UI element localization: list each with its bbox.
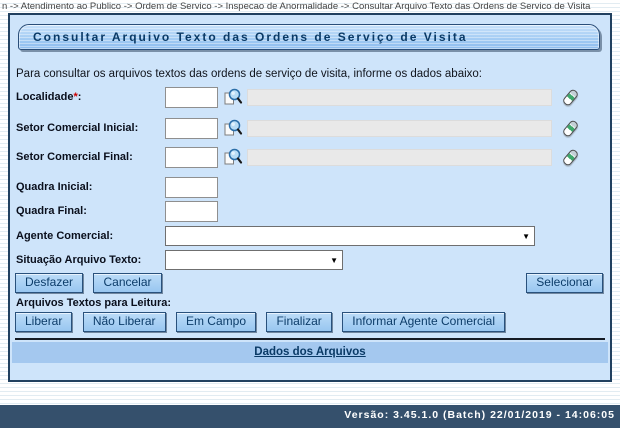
setor-inicial-description-field xyxy=(247,120,552,137)
quadra-final-input[interactable] xyxy=(165,201,218,222)
instruction-text: Para consultar os arquivos textos das or… xyxy=(16,68,482,80)
label-colon: : xyxy=(135,122,139,134)
desfazer-button[interactable]: Desfazer xyxy=(15,273,83,293)
dados-arquivos-header-text: Dados dos Arquivos xyxy=(254,346,365,358)
version-text: Versão: 3.45.1.0 (Batch) 22/01/2019 - 14… xyxy=(344,409,615,421)
nao-liberar-button[interactable]: Não Liberar xyxy=(83,312,166,332)
agente-comercial-label: Agente Comercial: xyxy=(16,230,113,242)
situacao-arquivo-select[interactable]: ▼ xyxy=(165,250,343,270)
setor-final-label: Setor Comercial Final: xyxy=(16,151,133,163)
quadra-inicial-input[interactable] xyxy=(165,177,218,198)
version-footer-bar: Versão: 3.45.1.0 (Batch) 22/01/2019 - 14… xyxy=(0,405,620,428)
quadra-final-label: Quadra Final: xyxy=(16,205,87,217)
arquivos-leitura-label: Arquivos Textos para Leitura: xyxy=(16,297,171,309)
field-row-setor-inicial: Setor Comercial Inicial: xyxy=(10,118,610,140)
situacao-arquivo-label: Situação Arquivo Texto: xyxy=(16,254,141,266)
setor-final-search-button[interactable] xyxy=(222,147,243,168)
selecionar-button[interactable]: Selecionar xyxy=(526,273,603,293)
eraser-icon xyxy=(561,88,579,107)
localidade-code-input[interactable] xyxy=(165,87,218,108)
setor-final-code-input[interactable] xyxy=(165,147,218,168)
chevron-down-icon: ▼ xyxy=(330,256,338,266)
setor-final-description-field xyxy=(247,149,552,166)
field-row-quadra-inicial: Quadra Inicial: xyxy=(10,177,610,199)
field-row-quadra-final: Quadra Final: xyxy=(10,201,610,223)
leitura-actions-row: Liberar Não Liberar Em Campo Finalizar I… xyxy=(15,312,511,333)
dados-arquivos-section-header: Dados dos Arquivos xyxy=(12,342,608,363)
setor-inicial-label-text: Setor Comercial Inicial xyxy=(16,122,135,134)
localidade-clear-button[interactable] xyxy=(558,84,582,108)
localidade-search-button[interactable] xyxy=(222,87,243,108)
label-colon: : xyxy=(78,91,82,103)
setor-final-label-text: Setor Comercial Final xyxy=(16,151,129,163)
finalizar-button[interactable]: Finalizar xyxy=(266,312,331,332)
setor-inicial-code-input[interactable] xyxy=(165,118,218,139)
field-row-agente-comercial: Agente Comercial: ▼ xyxy=(10,226,610,248)
setor-inicial-search-button[interactable] xyxy=(222,118,243,139)
setor-inicial-label: Setor Comercial Inicial: xyxy=(16,122,138,134)
search-magnifier-icon xyxy=(222,147,243,168)
agente-comercial-select[interactable]: ▼ xyxy=(165,226,535,246)
em-campo-button[interactable]: Em Campo xyxy=(176,312,256,332)
search-magnifier-icon xyxy=(222,87,243,108)
eraser-icon xyxy=(561,148,579,167)
field-row-localidade: Localidade*: xyxy=(10,87,610,109)
field-row-setor-final: Setor Comercial Final: xyxy=(10,147,610,169)
field-row-situacao-arquivo: Situação Arquivo Texto: ▼ xyxy=(10,250,610,272)
actions-row: Desfazer Cancelar Selecionar xyxy=(15,273,603,294)
localidade-label-text: Localidade xyxy=(16,91,73,103)
chevron-down-icon: ▼ xyxy=(522,232,530,242)
eraser-icon xyxy=(561,119,579,138)
breadcrumb: n -> Atendimento ao Publico -> Ordem de … xyxy=(2,1,590,12)
main-panel: Consultar Arquivo Texto das Ordens de Se… xyxy=(8,13,612,382)
localidade-label: Localidade*: xyxy=(16,91,81,103)
setor-inicial-clear-button[interactable] xyxy=(558,115,582,139)
label-colon: : xyxy=(129,151,133,163)
cancelar-button[interactable]: Cancelar xyxy=(93,273,161,293)
setor-final-clear-button[interactable] xyxy=(558,144,582,168)
informar-agente-comercial-button[interactable]: Informar Agente Comercial xyxy=(342,312,505,332)
search-magnifier-icon xyxy=(222,118,243,139)
localidade-description-field xyxy=(247,89,552,106)
liberar-button[interactable]: Liberar xyxy=(15,312,72,332)
page-title: Consultar Arquivo Texto das Ordens de Se… xyxy=(18,24,600,50)
quadra-inicial-label: Quadra Inicial: xyxy=(16,181,92,193)
section-divider xyxy=(15,338,605,340)
